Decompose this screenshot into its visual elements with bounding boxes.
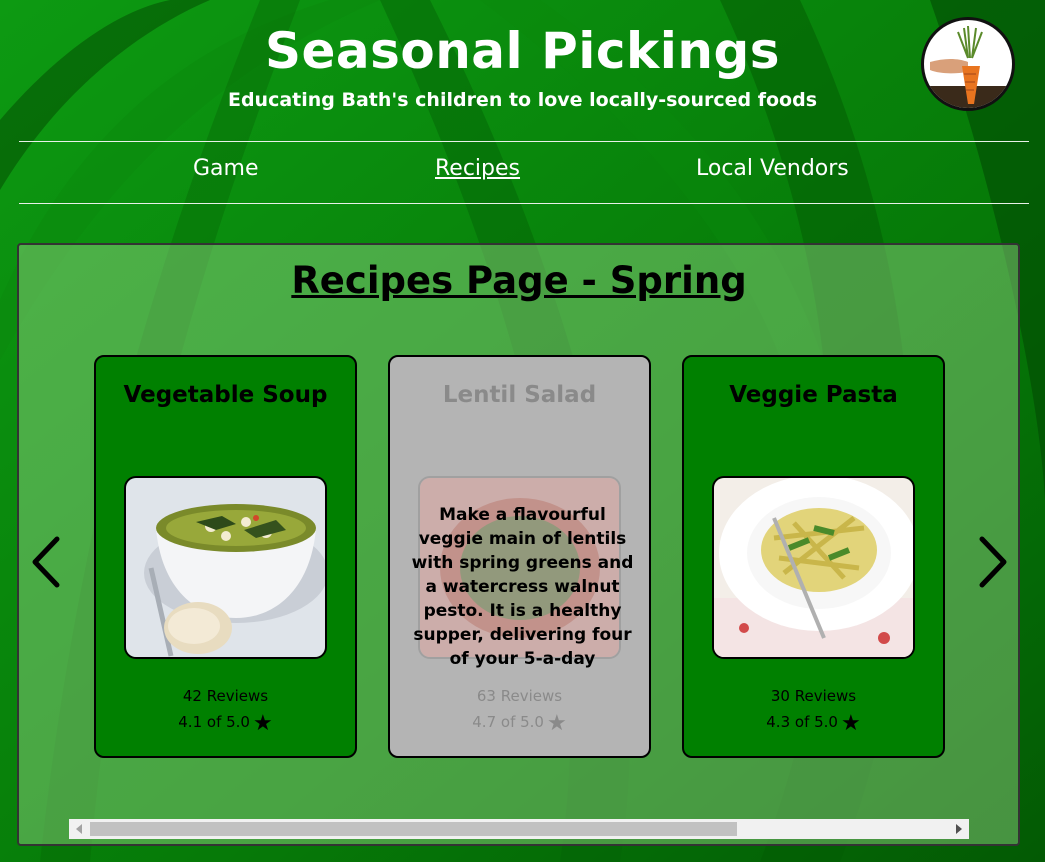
- nav-recipes[interactable]: Recipes: [435, 156, 520, 181]
- main-nav: Game Recipes Local Vendors: [19, 141, 1029, 204]
- review-count: 63 Reviews: [476, 687, 563, 705]
- card-title: Veggie Pasta: [729, 382, 898, 408]
- card-title: Lentil Salad: [442, 382, 597, 408]
- rating: 4.7 of 5.0 ★: [390, 711, 649, 736]
- recipes-panel: Recipes Page - Spring Vegetable Soup 42 …: [17, 243, 1020, 846]
- recipe-card-veggie-pasta[interactable]: Veggie Pasta 30 Reviews 4.3 of 5.0 ★: [682, 355, 945, 758]
- site-title: Seasonal Pickings: [264, 22, 781, 80]
- chevron-left-icon[interactable]: [29, 535, 63, 589]
- scrollbar-thumb[interactable]: [90, 822, 737, 836]
- card-title: Vegetable Soup: [123, 382, 328, 408]
- star-icon: ★: [840, 711, 861, 736]
- vegetable-soup-photo: [124, 476, 327, 659]
- recipe-card-vegetable-soup[interactable]: Vegetable Soup 42 Reviews 4.1 of 5.0 ★: [94, 355, 357, 758]
- rating-text: 4.3 of 5.0: [766, 713, 838, 731]
- rating-text: 4.7 of 5.0: [472, 713, 544, 731]
- site-header: Seasonal Pickings Educating Bath's child…: [0, 0, 1045, 140]
- scroll-left-icon[interactable]: [69, 819, 89, 839]
- review-count: 42 Reviews: [182, 687, 269, 705]
- star-icon: ★: [252, 711, 273, 736]
- recipe-description: Make a flavourful veggie main of lentils…: [411, 505, 634, 669]
- site-tagline: Educating Bath's children to love locall…: [227, 89, 818, 111]
- carrot-hand-logo[interactable]: [921, 17, 1015, 111]
- page-title: Recipes Page - Spring: [291, 259, 747, 302]
- chevron-right-icon[interactable]: [976, 535, 1010, 589]
- recipe-card-lentil-salad[interactable]: Lentil Salad Make a flavourful veggie ma…: [388, 355, 651, 758]
- veggie-pasta-photo: [712, 476, 915, 659]
- review-count: 30 Reviews: [770, 687, 857, 705]
- horizontal-scrollbar[interactable]: [69, 819, 969, 839]
- star-icon: ★: [546, 711, 567, 736]
- rating: 4.1 of 5.0 ★: [96, 711, 355, 736]
- scroll-right-icon[interactable]: [949, 819, 969, 839]
- rating: 4.3 of 5.0 ★: [684, 711, 943, 736]
- nav-game[interactable]: Game: [193, 156, 259, 181]
- nav-local-vendors[interactable]: Local Vendors: [696, 156, 849, 181]
- rating-text: 4.1 of 5.0: [178, 713, 250, 731]
